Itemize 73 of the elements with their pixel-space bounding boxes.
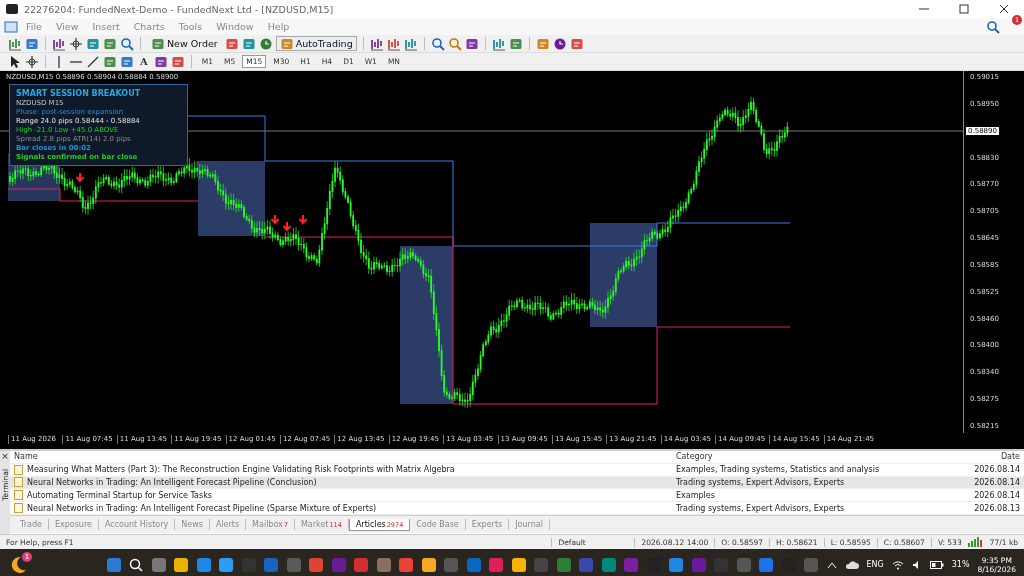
sell-arrow-icon xyxy=(298,214,308,225)
article-title: Automating Terminal Startup for Service Tasks xyxy=(27,490,212,500)
autotrading-button[interactable]: AutoTrading xyxy=(275,36,357,51)
document-icon xyxy=(14,490,23,501)
menu-item[interactable]: File xyxy=(20,21,48,32)
article-title: Neural Networks in Trading: An Intelligent Forecast Pipeline (Conclusion) xyxy=(27,478,317,487)
column-header[interactable]: Date xyxy=(962,452,1024,462)
sell-arrow-icon xyxy=(75,172,85,183)
clock-icon[interactable] xyxy=(552,36,567,51)
chevron-up-icon[interactable] xyxy=(826,560,837,569)
battery-percent: 31% xyxy=(951,560,970,569)
menu-item[interactable]: Window xyxy=(210,21,260,32)
table-cell-text: Trading systems, Expert Advisors, Experts xyxy=(675,503,846,513)
column-header[interactable]: Category xyxy=(672,452,962,462)
article-title: Neural Networks in Trading: An Intelligent Forecast Pipeline (Sparse Mixture of Experts) xyxy=(27,503,377,513)
table-cell-text: 2026.08.13 xyxy=(973,503,1021,513)
app-icon[interactable] xyxy=(195,556,212,573)
chart-icon[interactable] xyxy=(52,36,66,51)
close-button[interactable]: × xyxy=(1,451,9,461)
app-icon[interactable] xyxy=(173,556,189,573)
app-icon[interactable] xyxy=(510,556,527,573)
cloud-icon[interactable] xyxy=(844,559,859,570)
connection-bars-icon xyxy=(967,537,984,547)
article-row[interactable]: Neural Networks in Trading: An Intelligent Forecast Pipeline (Sparse Mixture of Experts) Trading systems, Expert Advisors, Experts 2026.08.13 xyxy=(10,502,1024,515)
language-indicator[interactable]: ENG xyxy=(866,560,884,569)
crosshair-icon[interactable] xyxy=(69,36,83,51)
table-cell-text: 2026.08.14 xyxy=(973,478,1021,487)
text-tool[interactable]: A xyxy=(137,56,151,67)
windows-start-icon[interactable] xyxy=(105,556,122,573)
table-cell-text: 2026.08.14 xyxy=(973,465,1021,475)
app-icon[interactable] xyxy=(668,556,684,573)
candle-chart-icon[interactable] xyxy=(386,36,401,51)
panel-title: SMART SESSION BREAKOUT xyxy=(16,89,142,98)
wifi-icon[interactable] xyxy=(891,559,904,570)
app-icon[interactable] xyxy=(398,556,414,573)
line-chart-icon[interactable] xyxy=(403,36,418,51)
bar-chart-icon[interactable] xyxy=(369,36,384,51)
menu-item[interactable]: View xyxy=(49,21,85,32)
table-cell-text: 2026.08.14 xyxy=(973,490,1021,500)
window-title: 22276204: FundedNext-Demo - FundedNext Ltd - [NZDUSD,M15] xyxy=(24,3,335,15)
sell-arrow-icon xyxy=(282,221,292,232)
app-icon[interactable] xyxy=(218,556,234,573)
crosshair-icon[interactable] xyxy=(25,54,39,69)
menu-item[interactable]: Charts xyxy=(127,21,171,32)
app-icon[interactable] xyxy=(420,556,437,573)
new-order-button[interactable]: New Order xyxy=(147,36,222,51)
search-icon[interactable] xyxy=(128,556,144,573)
document-icon xyxy=(14,503,23,514)
table-cell-text: Examples xyxy=(675,490,716,500)
window-icon[interactable] xyxy=(25,36,39,51)
zoom-in-icon[interactable] xyxy=(430,36,445,51)
menu-item[interactable]: Tools xyxy=(172,21,209,32)
cursor-icon[interactable] xyxy=(8,54,22,69)
app-icon[interactable] xyxy=(150,556,167,573)
battery-icon[interactable] xyxy=(929,560,944,569)
app-icon[interactable] xyxy=(600,556,617,573)
table-cell-text: Trading systems, Expert Advisors, Experts xyxy=(675,478,846,487)
document-icon xyxy=(14,464,23,475)
trend-line-icon[interactable] xyxy=(86,54,100,69)
column-header[interactable]: Name xyxy=(10,452,672,462)
document-icon xyxy=(14,477,23,488)
article-row[interactable]: Automating Terminal Startup for Service Tasks Examples 2026.08.14 xyxy=(10,489,1024,503)
menu-item[interactable]: Insert xyxy=(86,21,126,32)
table-cell-text: Examples, Trading systems, Statistics and analysis xyxy=(675,465,881,475)
app-icon[interactable] xyxy=(758,556,774,573)
magnifier-icon[interactable] xyxy=(120,36,134,51)
zoom-out-icon[interactable] xyxy=(447,36,462,51)
article-title: Measuring What Matters (Part 3): The Reconstruction Engine Validating Risk Footprints with Matrix Algebra xyxy=(27,465,455,475)
sell-arrow-icon xyxy=(270,214,280,225)
app-icon[interactable] xyxy=(308,556,324,573)
chart-window-icon[interactable] xyxy=(4,19,18,34)
article-row[interactable]: Measuring What Matters (Part 3): The Reconstruction Engine Validating Risk Footprints with Matrix Algebra Examples, Trading systems, Statistics and analysis 2026.08.14 xyxy=(10,463,1024,477)
app-logo-icon xyxy=(6,4,18,14)
